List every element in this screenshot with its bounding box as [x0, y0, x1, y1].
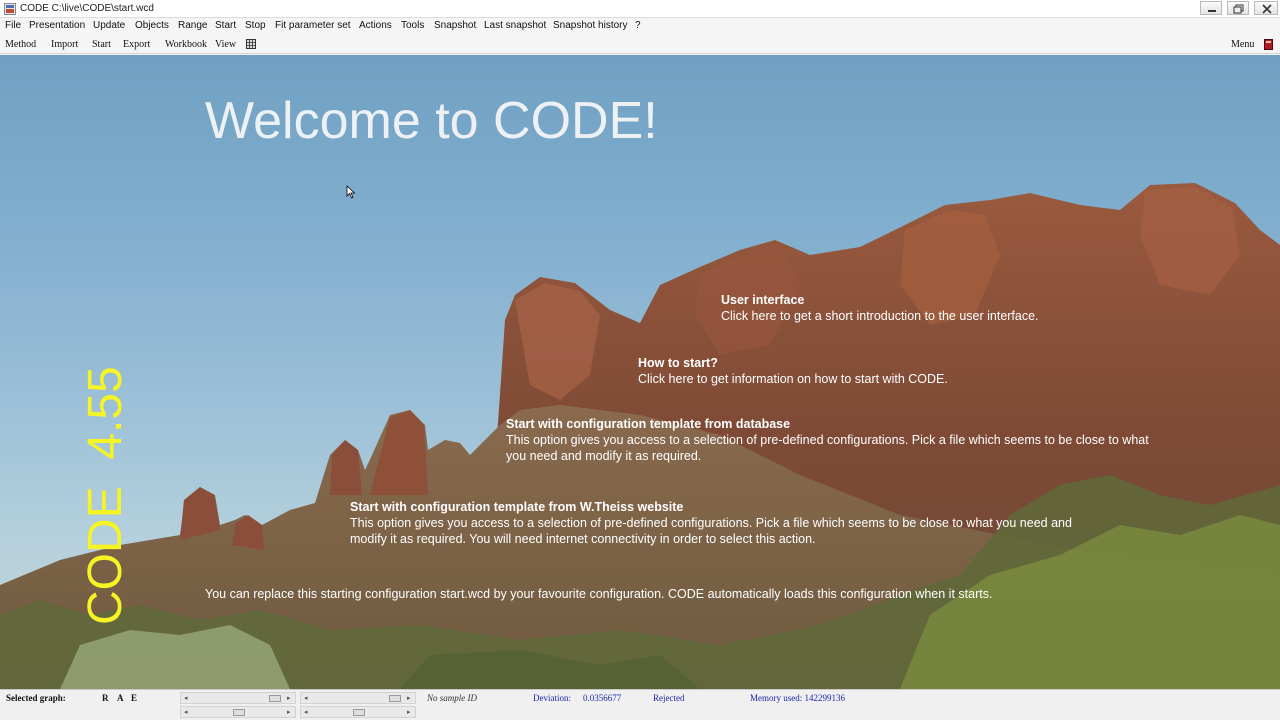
restore-button[interactable]: [1227, 1, 1249, 15]
version-label: CODE 4.55: [79, 366, 132, 625]
welcome-canvas: Welcome to CODE! CODE 4.55 User interfac…: [0, 55, 1280, 689]
scrollbar-4[interactable]: ◂ ▸: [300, 706, 416, 718]
scroll-left-icon[interactable]: ◂: [304, 708, 308, 717]
toolbar-start[interactable]: Start: [92, 39, 111, 50]
toolbar: Method Import Start Export Workbook View…: [0, 36, 1280, 54]
fit-status: Rejected: [653, 693, 685, 703]
scrollbar-3[interactable]: ◂ ▸: [180, 706, 296, 718]
selected-graph-label: Selected graph:: [6, 693, 66, 703]
menu-stop[interactable]: Stop: [245, 20, 266, 31]
title-bar: CODE C:\live\CODE\start.wcd: [0, 0, 1280, 18]
memory-used: Memory used: 142299136: [750, 693, 845, 703]
menu-fit-parameter-set[interactable]: Fit parameter set: [275, 20, 351, 31]
scroll-thumb[interactable]: [233, 709, 245, 716]
menu-update[interactable]: Update: [93, 20, 125, 31]
toolbar-export[interactable]: Export: [123, 39, 150, 50]
startup-config-note: You can replace this starting configurat…: [205, 587, 993, 601]
scroll-thumb[interactable]: [389, 695, 401, 702]
scroll-thumb[interactable]: [269, 695, 281, 702]
option-description: Click here to get information on how to …: [638, 372, 948, 386]
menu-actions[interactable]: Actions: [359, 20, 392, 31]
scrollbar-2[interactable]: ◂ ▸: [300, 692, 416, 704]
menu-bar: File Presentation Update Objects Range S…: [0, 18, 1280, 36]
scrollbar-1[interactable]: ◂ ▸: [180, 692, 296, 704]
app-icon: [4, 3, 16, 15]
menu-presentation[interactable]: Presentation: [29, 20, 85, 31]
toolbar-method[interactable]: Method: [5, 39, 36, 50]
menu-last-snapshot[interactable]: Last snapshot: [484, 20, 546, 31]
toolbar-view[interactable]: View: [215, 39, 236, 50]
option-title: Start with configuration template from W…: [350, 500, 684, 514]
menu-range[interactable]: Range: [178, 20, 207, 31]
menu-tools[interactable]: Tools: [401, 20, 424, 31]
menu-start[interactable]: Start: [215, 20, 236, 31]
option-title: Start with configuration template from d…: [506, 417, 791, 431]
scroll-left-icon[interactable]: ◂: [304, 694, 308, 703]
menu-file[interactable]: File: [5, 20, 21, 31]
grid-icon[interactable]: [246, 39, 256, 49]
scroll-left-icon[interactable]: ◂: [184, 708, 188, 717]
scroll-thumb[interactable]: [353, 709, 365, 716]
deviation-label: Deviation:: [533, 693, 571, 703]
minimize-button[interactable]: [1200, 1, 1222, 15]
graph-e-button[interactable]: E: [131, 693, 137, 703]
menu-help[interactable]: ?: [635, 20, 641, 31]
window-title: CODE C:\live\CODE\start.wcd: [20, 3, 154, 14]
status-bar: Selected graph: R A E ◂ ▸ ◂ ▸ ◂ ▸ ◂ ▸ No…: [0, 689, 1280, 720]
scroll-right-icon[interactable]: ▸: [287, 708, 291, 717]
mouse-cursor-icon: [346, 185, 356, 199]
menu-snapshot[interactable]: Snapshot: [434, 20, 476, 31]
toolbar-import[interactable]: Import: [51, 39, 78, 50]
graph-a-button[interactable]: A: [117, 693, 124, 703]
scroll-right-icon[interactable]: ▸: [287, 694, 291, 703]
scroll-right-icon[interactable]: ▸: [407, 694, 411, 703]
deviation-value: 0.0356677: [583, 693, 622, 703]
close-button[interactable]: [1254, 1, 1278, 15]
scroll-right-icon[interactable]: ▸: [407, 708, 411, 717]
toolbar-workbook[interactable]: Workbook: [165, 39, 207, 50]
menu-snapshot-history[interactable]: Snapshot history: [553, 20, 628, 31]
template-website-option[interactable]: Start with configuration template from W…: [350, 499, 1110, 547]
scroll-left-icon[interactable]: ◂: [184, 694, 188, 703]
option-description: This option gives you access to a select…: [506, 433, 1149, 463]
welcome-heading: Welcome to CODE!: [205, 92, 658, 150]
restore-icon: [1233, 4, 1244, 14]
graph-r-button[interactable]: R: [102, 693, 109, 703]
user-interface-option[interactable]: User interface Click here to get a short…: [721, 292, 1141, 324]
menu-objects[interactable]: Objects: [135, 20, 169, 31]
close-icon: [1262, 4, 1272, 14]
sample-id: No sample ID: [427, 693, 477, 703]
option-description: This option gives you access to a select…: [350, 516, 1072, 546]
book-icon[interactable]: [1264, 39, 1273, 50]
menu-button[interactable]: Menu: [1231, 39, 1254, 50]
how-to-start-option[interactable]: How to start? Click here to get informat…: [638, 355, 1058, 387]
template-database-option[interactable]: Start with configuration template from d…: [506, 416, 1166, 464]
option-description: Click here to get a short introduction t…: [721, 309, 1039, 323]
option-title: User interface: [721, 293, 805, 307]
minimize-icon: [1208, 10, 1216, 12]
option-title: How to start?: [638, 356, 718, 370]
